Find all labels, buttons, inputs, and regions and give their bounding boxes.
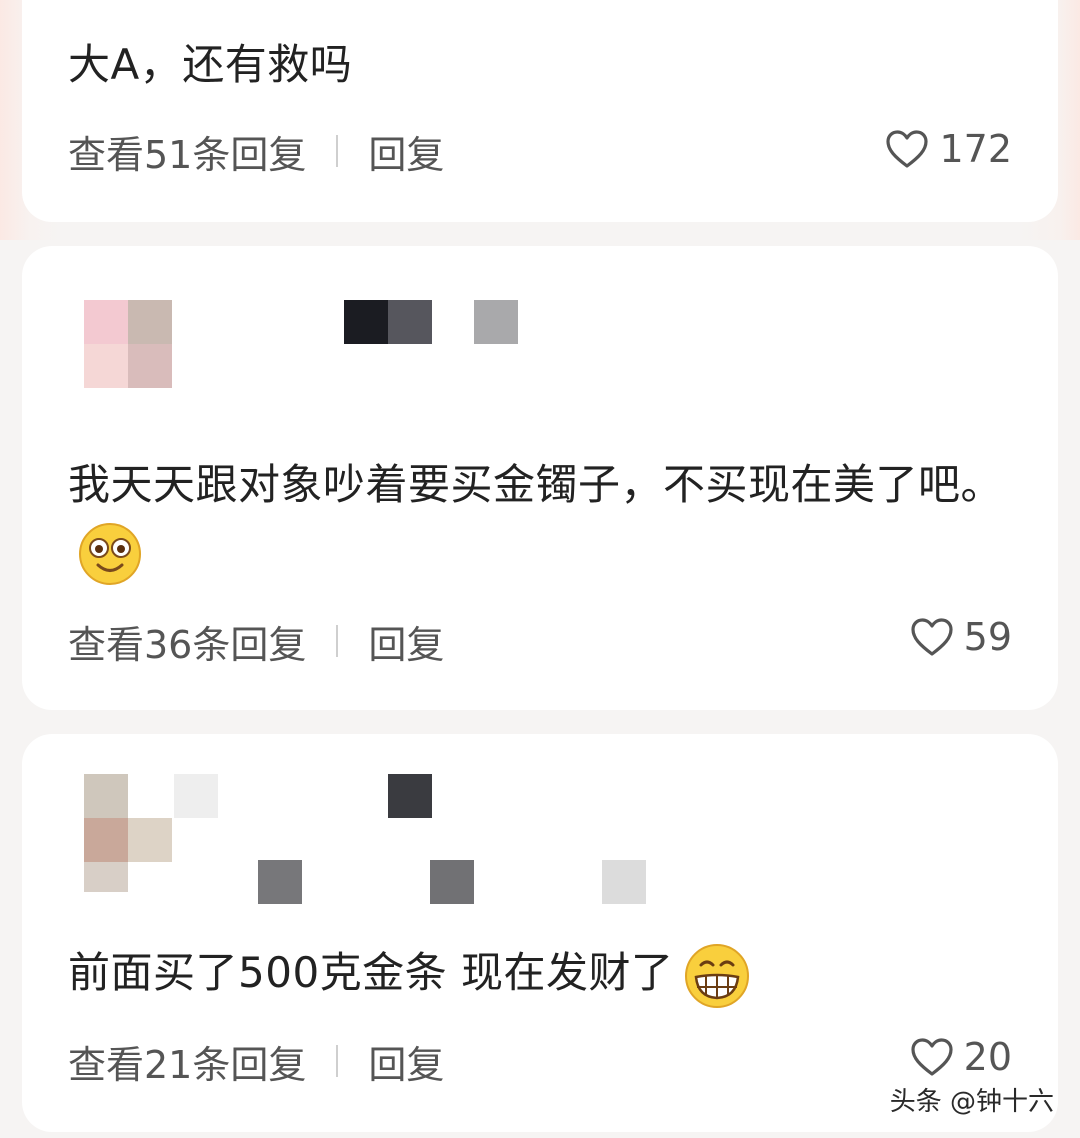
comment-text: 大A，还有救吗 bbox=[68, 40, 353, 89]
like-count: 59 bbox=[963, 615, 1012, 659]
grinning-face-emoji bbox=[684, 943, 749, 1008]
comment-card: 我天天跟对象吵着要买金镯子，不买现在美了吧。 查看36条回复 回复 59 bbox=[22, 246, 1058, 710]
comment-actions: 查看21条回复 回复 bbox=[68, 1034, 444, 1089]
comment-actions: 查看36条回复 回复 bbox=[68, 614, 444, 669]
comment-card: 前面买了500克金条 现在发财了 查看21条回复 回复 20 bbox=[22, 734, 1058, 1132]
comment-card: 大A，还有救吗 查看51条回复 回复 172 bbox=[22, 0, 1058, 222]
divider bbox=[336, 135, 339, 167]
heart-icon bbox=[911, 1038, 953, 1076]
comment-body: 我天天跟对象吵着要买金镯子，不买现在美了吧。 bbox=[68, 460, 1004, 509]
reply-button[interactable]: 回复 bbox=[368, 124, 444, 179]
avatar[interactable] bbox=[84, 300, 172, 388]
smiling-face-emoji bbox=[79, 522, 141, 585]
divider bbox=[336, 1045, 339, 1077]
comment-actions: 查看51条回复 回复 bbox=[68, 124, 444, 179]
reply-button[interactable]: 回复 bbox=[368, 614, 444, 669]
heart-icon bbox=[886, 130, 929, 168]
divider bbox=[336, 625, 339, 657]
like-button[interactable]: 20 bbox=[910, 1032, 1012, 1082]
comment-text: 我天天跟对象吵着要买金镯子，不买现在美了吧。 bbox=[68, 452, 1018, 586]
view-replies-link[interactable]: 查看36条回复 bbox=[68, 614, 306, 669]
like-count: 172 bbox=[939, 127, 1012, 171]
avatar[interactable] bbox=[84, 774, 172, 892]
like-button[interactable]: 172 bbox=[885, 124, 1012, 174]
reply-button[interactable]: 回复 bbox=[368, 1034, 444, 1089]
like-button[interactable]: 59 bbox=[910, 612, 1012, 662]
heart-icon bbox=[911, 618, 953, 656]
view-replies-link[interactable]: 查看21条回复 bbox=[68, 1034, 306, 1089]
comment-body: 前面买了500克金条 现在发财了 bbox=[68, 948, 674, 997]
watermark: 头条 @钟十六 bbox=[889, 1087, 1054, 1117]
comment-text: 前面买了500克金条 现在发财了 bbox=[68, 940, 1018, 1009]
like-count: 20 bbox=[963, 1035, 1012, 1079]
view-replies-link[interactable]: 查看51条回复 bbox=[68, 124, 306, 179]
